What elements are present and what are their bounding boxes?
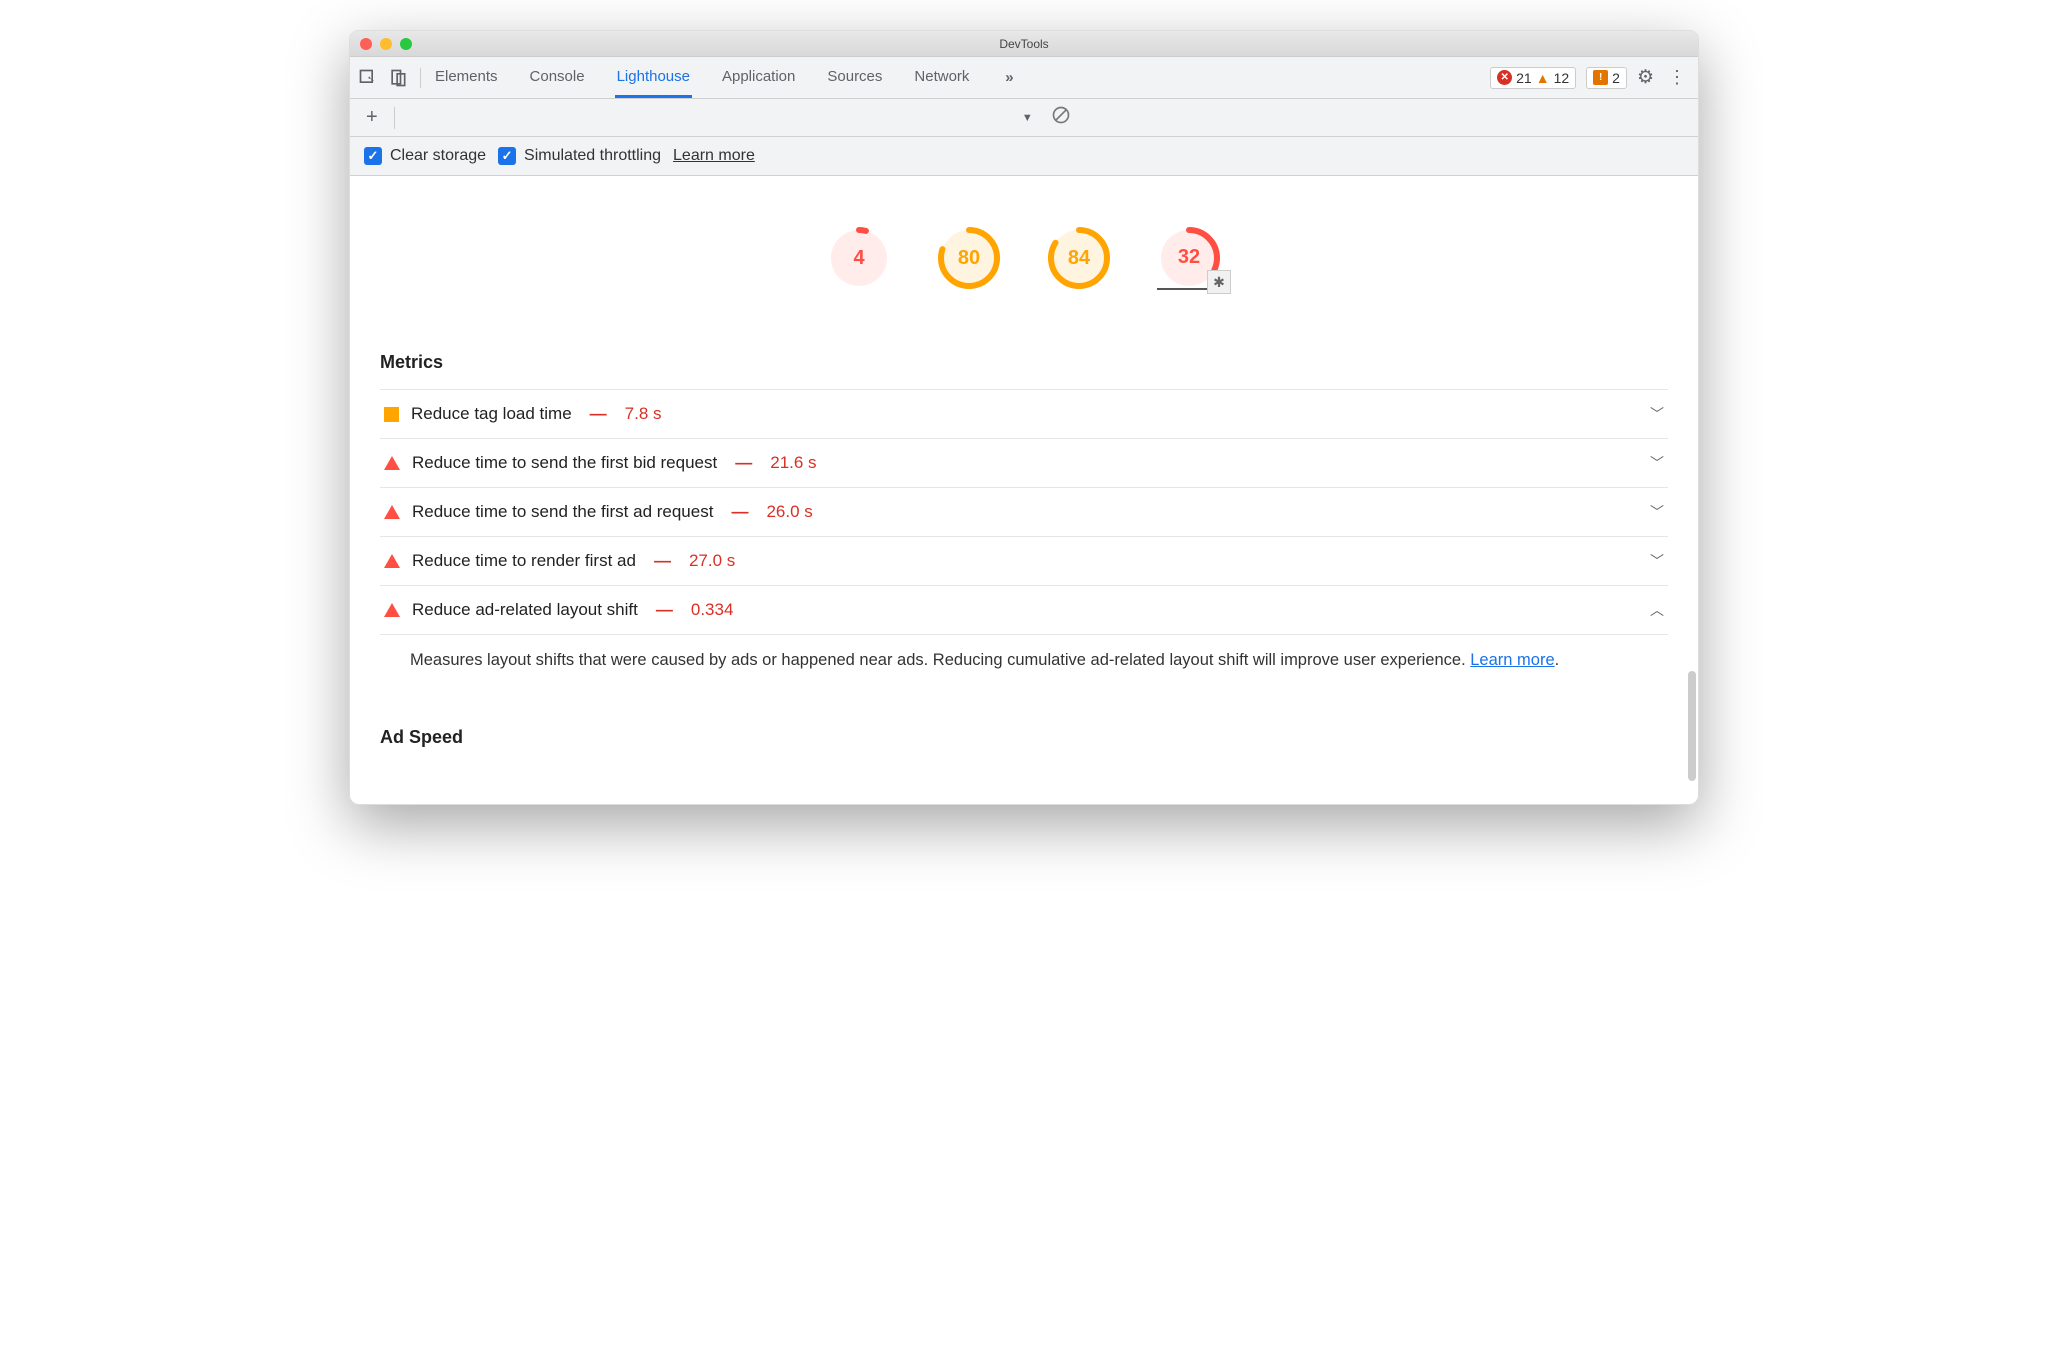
metric-dash: —	[590, 404, 607, 424]
zoom-window-button[interactable]	[400, 38, 412, 50]
more-menu-icon[interactable]: ⋮	[1664, 67, 1690, 88]
chevron-down-icon: ﹀	[1650, 551, 1664, 571]
issues-count: 2	[1612, 70, 1620, 86]
score-gauge-2[interactable]: 84	[1047, 226, 1111, 290]
console-errors-warnings-badge[interactable]: ✕ 21 ▲ 12	[1490, 67, 1576, 89]
plugin-icon: ✱	[1207, 270, 1231, 294]
warning-count: 12	[1554, 70, 1570, 86]
metric-name: Reduce time to send the first bid reques…	[412, 453, 717, 473]
metric-dash: —	[731, 502, 748, 522]
tab-network[interactable]: Network	[912, 58, 971, 98]
metric-row[interactable]: Reduce tag load time — 7.8 s ﹀	[380, 389, 1668, 438]
tab-elements[interactable]: Elements	[433, 58, 500, 98]
issues-badge[interactable]: ! 2	[1586, 67, 1627, 89]
chevron-down-icon: ﹀	[1650, 502, 1664, 522]
metric-value: 0.334	[691, 600, 734, 620]
metric-value: 7.8 s	[625, 404, 662, 424]
simulated-throttling-label: Simulated throttling	[524, 147, 661, 165]
inspect-element-icon[interactable]	[358, 68, 378, 88]
triangle-icon	[384, 505, 400, 519]
lighthouse-toolbar: + ▼	[350, 99, 1698, 137]
triangle-icon	[384, 456, 400, 470]
score-value: 80	[937, 226, 1001, 290]
chevron-up-icon: ︿	[1650, 600, 1664, 620]
chevron-down-icon: ﹀	[1650, 404, 1664, 424]
checkbox-checked-icon: ✓	[364, 147, 382, 165]
metrics-list: Reduce tag load time — 7.8 s ﹀ Reduce ti…	[380, 389, 1668, 693]
clear-storage-label: Clear storage	[390, 147, 486, 165]
score-value: 84	[1047, 226, 1111, 290]
titlebar: DevTools	[350, 31, 1698, 57]
metric-dash: —	[654, 551, 671, 571]
lighthouse-settings-bar: ✓ Clear storage ✓ Simulated throttling L…	[350, 137, 1698, 176]
error-icon: ✕	[1497, 70, 1512, 85]
warning-icon: ▲	[1536, 70, 1550, 86]
metric-value: 26.0 s	[766, 502, 812, 522]
metric-description: Measures layout shifts that were caused …	[380, 634, 1668, 693]
tab-lighthouse[interactable]: Lighthouse	[615, 58, 692, 98]
metric-dash: —	[735, 453, 752, 473]
device-toggle-icon[interactable]	[388, 68, 408, 88]
triangle-icon	[384, 603, 400, 617]
triangle-icon	[384, 554, 400, 568]
tab-sources[interactable]: Sources	[825, 58, 884, 98]
report-content: Metrics Reduce tag load time — 7.8 s ﹀ R…	[350, 320, 1698, 804]
window-controls	[360, 38, 412, 50]
checkbox-checked-icon: ✓	[498, 147, 516, 165]
more-tabs-icon[interactable]: »	[999, 68, 1019, 88]
score-gauge-1[interactable]: 80	[937, 226, 1001, 290]
metric-value: 21.6 s	[770, 453, 816, 473]
metric-name: Reduce ad-related layout shift	[412, 600, 638, 620]
minimize-window-button[interactable]	[380, 38, 392, 50]
window-title: DevTools	[999, 37, 1048, 51]
ad-speed-heading: Ad Speed	[380, 727, 1668, 748]
tab-console[interactable]: Console	[528, 58, 587, 98]
score-value: 4	[827, 226, 891, 290]
devtools-window: DevTools Elements Console Lighthouse App…	[349, 30, 1699, 805]
metric-name: Reduce time to send the first ad request	[412, 502, 713, 522]
metric-value: 27.0 s	[689, 551, 735, 571]
metric-row[interactable]: Reduce ad-related layout shift — 0.334 ︿	[380, 585, 1668, 634]
learn-more-link[interactable]: Learn more	[673, 147, 755, 165]
score-gauge-0[interactable]: 4	[827, 226, 891, 290]
square-icon	[384, 407, 399, 422]
settings-icon[interactable]: ⚙	[1637, 66, 1654, 89]
issues-icon: !	[1593, 70, 1608, 85]
metric-name: Reduce tag load time	[411, 404, 572, 424]
tab-application[interactable]: Application	[720, 58, 797, 98]
clear-icon[interactable]	[1051, 105, 1071, 130]
error-count: 21	[1516, 70, 1532, 86]
simulated-throttling-checkbox[interactable]: ✓ Simulated throttling	[498, 147, 661, 165]
metric-name: Reduce time to render first ad	[412, 551, 636, 571]
close-window-button[interactable]	[360, 38, 372, 50]
chevron-down-icon: ﹀	[1650, 453, 1664, 473]
scrollbar[interactable]	[1688, 671, 1696, 781]
clear-storage-checkbox[interactable]: ✓ Clear storage	[364, 147, 486, 165]
report-dropdown-icon[interactable]: ▼	[1022, 112, 1033, 124]
metric-row[interactable]: Reduce time to send the first ad request…	[380, 487, 1668, 536]
panel-tabs: Elements Console Lighthouse Application …	[433, 58, 1490, 97]
main-tabbar: Elements Console Lighthouse Application …	[350, 57, 1698, 99]
learn-more-link[interactable]: Learn more	[1470, 651, 1554, 669]
new-report-button[interactable]: +	[360, 106, 384, 129]
score-gauge-3[interactable]: 32 ✱	[1157, 226, 1221, 290]
metrics-heading: Metrics	[380, 352, 1668, 373]
metric-row[interactable]: Reduce time to send the first bid reques…	[380, 438, 1668, 487]
score-gauges: 4 80 84 32 ✱	[350, 176, 1698, 320]
metric-row[interactable]: Reduce time to render first ad — 27.0 s …	[380, 536, 1668, 585]
metric-dash: —	[656, 600, 673, 620]
toolbar-divider	[394, 107, 395, 129]
